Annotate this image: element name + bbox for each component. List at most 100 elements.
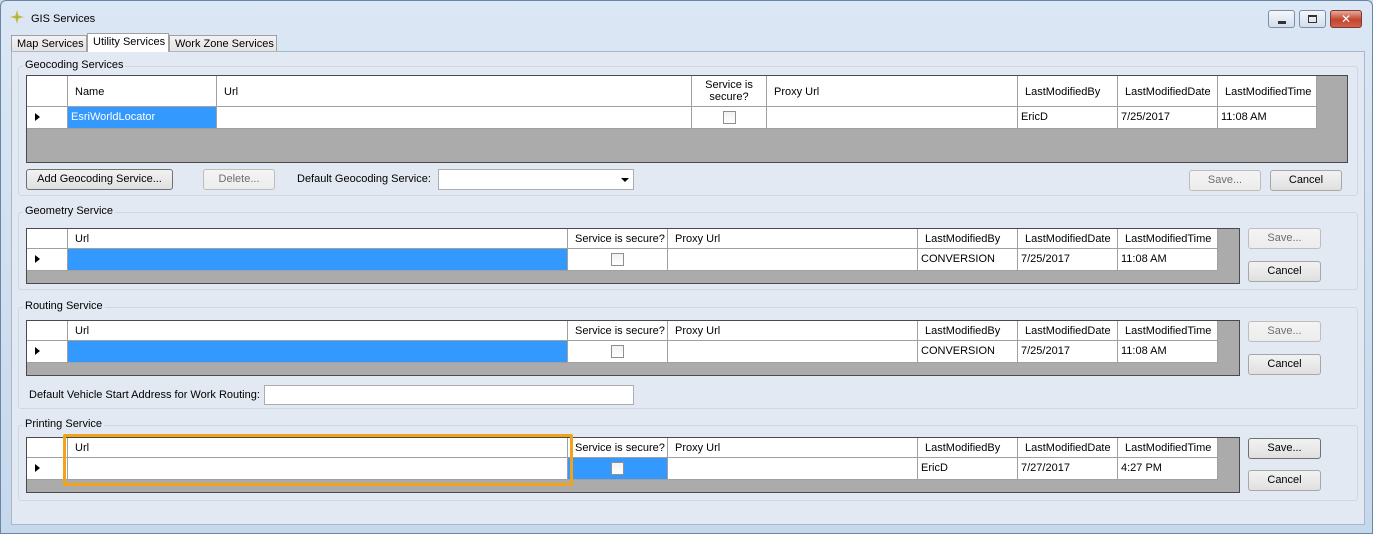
tab-map-services[interactable]: Map Services — [11, 35, 87, 52]
cell-secure[interactable] — [568, 458, 668, 480]
secure-checkbox[interactable] — [611, 253, 624, 266]
column-header-last-modified-by[interactable]: LastModifiedBy — [918, 438, 1018, 458]
cell-last-modified-by[interactable]: EricD — [1018, 107, 1118, 129]
cell-name[interactable]: EsriWorldLocator — [68, 107, 217, 129]
secure-checkbox[interactable] — [611, 462, 624, 475]
cell-url[interactable] — [68, 249, 568, 271]
minimize-icon — [1277, 20, 1286, 24]
current-row-arrow-icon — [35, 255, 40, 263]
current-row-arrow-icon — [35, 464, 40, 472]
cell-last-modified-time[interactable]: 11:08 AM — [1118, 341, 1218, 363]
cell-proxy-url[interactable] — [668, 458, 918, 480]
column-header-last-modified-time[interactable]: LastModifiedTime — [1118, 321, 1218, 341]
cell-secure[interactable] — [692, 107, 767, 129]
column-header-proxy-url[interactable]: Proxy Url — [668, 229, 918, 249]
column-header-url[interactable]: Url — [68, 321, 568, 341]
geocoding-grid[interactable]: Name Url Service is secure? Proxy Url La… — [26, 75, 1348, 163]
cell-last-modified-by[interactable]: EricD — [918, 458, 1018, 480]
delete-button[interactable]: Delete... — [203, 169, 275, 190]
default-geocoding-select[interactable] — [438, 169, 634, 190]
row-selector[interactable] — [27, 341, 68, 363]
geometry-grid[interactable]: Url Service is secure? Proxy Url LastMod… — [26, 228, 1240, 284]
cell-last-modified-time[interactable]: 4:27 PM — [1118, 458, 1218, 480]
tab-utility-services[interactable]: Utility Services — [87, 33, 169, 52]
app-sparkle-icon — [10, 10, 24, 24]
cell-last-modified-date[interactable]: 7/25/2017 — [1018, 249, 1118, 271]
cell-last-modified-time[interactable]: 11:08 AM — [1118, 249, 1218, 271]
tab-work-zone-services[interactable]: Work Zone Services — [169, 35, 277, 52]
dropdown-arrow-icon — [621, 178, 629, 182]
secure-checkbox[interactable] — [611, 345, 624, 358]
cell-last-modified-date[interactable]: 7/25/2017 — [1118, 107, 1218, 129]
maximize-icon — [1308, 15, 1317, 23]
cell-proxy-url[interactable] — [668, 341, 918, 363]
routing-cancel-button[interactable]: Cancel — [1248, 354, 1321, 375]
cell-url[interactable] — [68, 341, 568, 363]
add-geocoding-service-button[interactable]: Add Geocoding Service... — [26, 169, 173, 190]
gis-services-window: GIS Services ✕ Map Services Utility Serv… — [0, 0, 1373, 534]
geometry-cancel-button[interactable]: Cancel — [1248, 261, 1321, 282]
routing-save-button[interactable]: Save... — [1248, 321, 1321, 342]
grid-corner — [27, 229, 68, 249]
column-header-last-modified-time[interactable]: LastModifiedTime — [1118, 438, 1218, 458]
group-title: Routing Service — [23, 300, 105, 312]
column-header-last-modified-date[interactable]: LastModifiedDate — [1018, 321, 1118, 341]
cell-proxy-url[interactable] — [668, 249, 918, 271]
cell-secure[interactable] — [568, 249, 668, 271]
cell-url[interactable] — [217, 107, 692, 129]
column-header-url[interactable]: Url — [68, 229, 568, 249]
geometry-service-group: Geometry Service Url Service is secure? … — [18, 205, 1358, 290]
geometry-save-button[interactable]: Save... — [1248, 228, 1321, 249]
utility-services-panel: Geocoding Services Name Url Service is s… — [11, 51, 1365, 525]
secure-checkbox[interactable] — [723, 111, 736, 124]
minimize-button[interactable] — [1268, 10, 1295, 28]
cell-last-modified-date[interactable]: 7/27/2017 — [1018, 458, 1118, 480]
column-header-url[interactable]: Url — [68, 438, 568, 458]
routing-grid[interactable]: Url Service is secure? Proxy Url LastMod… — [26, 320, 1240, 376]
column-header-last-modified-date[interactable]: LastModifiedDate — [1018, 438, 1118, 458]
geocoding-cancel-button[interactable]: Cancel — [1270, 170, 1342, 191]
column-header-name[interactable]: Name — [68, 76, 217, 107]
cell-url[interactable] — [68, 458, 568, 480]
start-address-label: Default Vehicle Start Address for Work R… — [29, 389, 260, 401]
grid-corner — [27, 438, 68, 458]
column-header-proxy-url[interactable]: Proxy Url — [668, 438, 918, 458]
column-header-proxy-url[interactable]: Proxy Url — [767, 76, 1018, 107]
column-header-last-modified-date[interactable]: LastModifiedDate — [1018, 229, 1118, 249]
close-icon: ✕ — [1340, 12, 1352, 26]
column-header-url[interactable]: Url — [217, 76, 692, 107]
printing-save-button[interactable]: Save... — [1248, 438, 1321, 459]
cell-last-modified-date[interactable]: 7/25/2017 — [1018, 341, 1118, 363]
column-header-secure[interactable]: Service is secure? — [568, 321, 668, 341]
column-header-last-modified-time[interactable]: LastModifiedTime — [1118, 229, 1218, 249]
grid-corner — [27, 321, 68, 341]
routing-service-group: Routing Service Url Service is secure? P… — [18, 300, 1358, 409]
column-header-proxy-url[interactable]: Proxy Url — [668, 321, 918, 341]
geocoding-save-button[interactable]: Save... — [1189, 170, 1261, 191]
group-title: Geocoding Services — [23, 59, 126, 71]
maximize-button[interactable] — [1299, 10, 1326, 28]
printing-grid[interactable]: Url Service is secure? Proxy Url LastMod… — [26, 437, 1240, 493]
row-selector[interactable] — [27, 458, 68, 480]
cell-last-modified-by[interactable]: CONVERSION — [918, 341, 1018, 363]
column-header-secure[interactable]: Service is secure? — [568, 438, 668, 458]
cell-proxy-url[interactable] — [767, 107, 1018, 129]
start-address-input[interactable] — [264, 385, 634, 405]
column-header-last-modified-by[interactable]: LastModifiedBy — [918, 229, 1018, 249]
column-header-last-modified-time[interactable]: LastModifiedTime — [1218, 76, 1317, 107]
cell-last-modified-by[interactable]: CONVERSION — [918, 249, 1018, 271]
cell-secure[interactable] — [568, 341, 668, 363]
geocoding-services-group: Geocoding Services Name Url Service is s… — [18, 59, 1358, 196]
column-header-last-modified-date[interactable]: LastModifiedDate — [1118, 76, 1218, 107]
column-header-last-modified-by[interactable]: LastModifiedBy — [918, 321, 1018, 341]
column-header-secure[interactable]: Service is secure? — [692, 76, 767, 107]
row-selector[interactable] — [27, 107, 68, 129]
current-row-arrow-icon — [35, 347, 40, 355]
column-header-secure[interactable]: Service is secure? — [568, 229, 668, 249]
row-selector[interactable] — [27, 249, 68, 271]
title-bar[interactable]: GIS Services ✕ — [1, 1, 1372, 31]
close-button[interactable]: ✕ — [1330, 10, 1362, 28]
cell-last-modified-time[interactable]: 11:08 AM — [1218, 107, 1317, 129]
column-header-last-modified-by[interactable]: LastModifiedBy — [1018, 76, 1118, 107]
printing-cancel-button[interactable]: Cancel — [1248, 470, 1321, 491]
